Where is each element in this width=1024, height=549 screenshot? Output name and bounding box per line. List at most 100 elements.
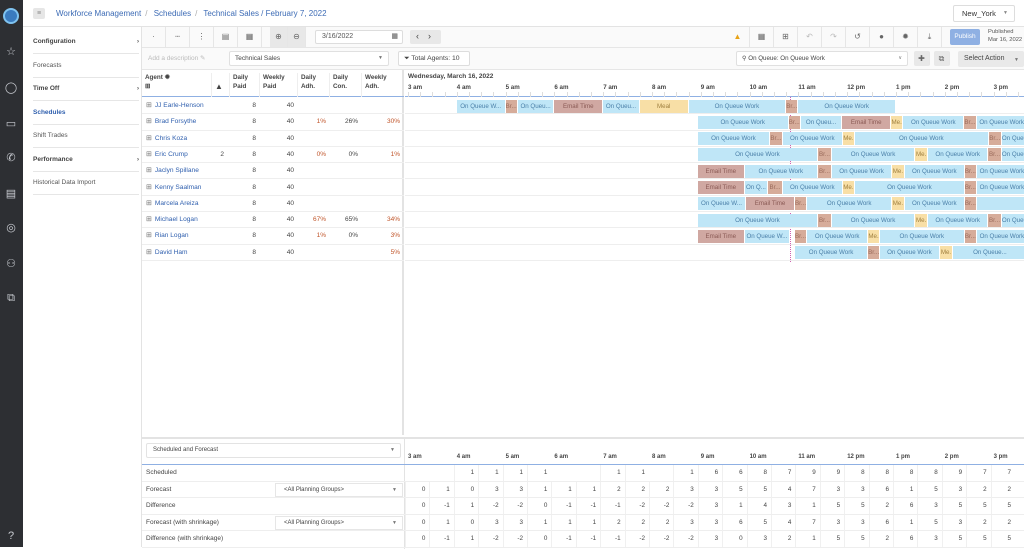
add-activity-icon[interactable]: ✚	[914, 51, 930, 66]
activity-block-oq[interactable]: On Queue Work	[794, 246, 868, 260]
star-icon[interactable]: ☆	[3, 44, 19, 60]
activity-block-me[interactable]: Me.	[891, 115, 903, 129]
activity-block-me[interactable]: Me.	[915, 213, 928, 227]
copy-icon[interactable]: ⧉	[934, 51, 950, 66]
activity-block-em[interactable]: Email Time	[697, 164, 744, 178]
activity-block-oq[interactable]: On Queue Work	[977, 164, 1024, 178]
prev-day-button[interactable]: ‹	[416, 31, 419, 41]
activity-block-oq[interactable]: On Queue Work	[744, 164, 817, 178]
activity-block-br[interactable]: Br...	[794, 197, 807, 211]
activity-block-br[interactable]: Br...	[964, 197, 976, 211]
user-activity-icon[interactable]: ⚇	[3, 256, 19, 272]
col-daily-paid[interactable]: Daily Paid	[230, 73, 260, 97]
col-weekly-paid[interactable]: Weekly Paid	[260, 73, 298, 97]
activity-block-oq[interactable]: On Q...	[744, 181, 768, 194]
activity-block-br[interactable]: Br...	[964, 115, 976, 129]
list-view-icon[interactable]: ▤	[214, 27, 238, 47]
activity-block-oq[interactable]: On Queue Work	[1001, 148, 1024, 162]
globe-icon[interactable]: ◎	[3, 220, 19, 236]
activity-block-br[interactable]: Br...	[817, 213, 832, 227]
activity-block-oq[interactable]: On Queue Work	[1001, 132, 1024, 146]
activity-block-oq[interactable]: On Queue W...	[697, 197, 746, 211]
breadcrumb-workforce-management[interactable]: Workforce Management	[56, 9, 141, 18]
chat-icon[interactable]: ◯	[3, 80, 19, 96]
activity-block-br[interactable]: Br...	[786, 99, 798, 113]
activity-block-me[interactable]: Me.	[868, 229, 879, 243]
activity-block-br[interactable]: Br...	[964, 164, 976, 178]
activity-block-oq[interactable]: On Queue Work	[879, 246, 939, 260]
expand-icon[interactable]: ⊞	[146, 151, 152, 158]
planning-group-select[interactable]: <All Planning Groups> ▼	[275, 515, 403, 530]
sidebar-item-schedules[interactable]: Schedules	[33, 101, 139, 125]
info-icon[interactable]: ●	[870, 27, 894, 47]
expand-all-icon[interactable]: ⊞	[145, 83, 150, 90]
agent-row[interactable]: ⊞ Rian Logan 8 40 1% 0% 3%	[142, 228, 404, 245]
calendar-add-icon[interactable]: ⊞	[774, 27, 798, 47]
activity-block-me[interactable]: Me.	[842, 132, 854, 146]
col-weekly-adh[interactable]: Weekly Adh.	[362, 73, 404, 97]
activity-block-oq[interactable]: On Queue Work	[798, 99, 895, 113]
agent-row[interactable]: ⊞ Eric Crump 2 8 40 0% 0% 1%	[142, 147, 404, 164]
publish-button[interactable]: Publish	[950, 29, 980, 45]
more-vertical-icon[interactable]: ⋮	[190, 27, 214, 47]
view-select[interactable]: Scheduled and Forecast ▼	[146, 443, 401, 458]
activity-block-em[interactable]: Email Time	[842, 115, 891, 129]
activity-block-oq[interactable]: On Queue Work	[807, 197, 892, 211]
col-daily-adh[interactable]: Daily Adh.	[298, 73, 330, 97]
activity-block-em[interactable]: Email Time	[697, 229, 744, 243]
activity-block-oq[interactable]: On Queue Work	[977, 181, 1024, 194]
sidebar-item-shift-trades[interactable]: Shift Trades	[33, 124, 139, 148]
activity-block-br[interactable]: Br...	[505, 99, 517, 113]
sidebar-item-time-off[interactable]: Time Off ›	[33, 77, 139, 101]
expand-icon[interactable]: ⊞	[146, 118, 152, 125]
expand-icon[interactable]: ⊞	[146, 167, 152, 174]
activity-block-oq[interactable]: On Queu...	[603, 99, 639, 113]
activity-block-oq[interactable]: On Queue Work	[904, 197, 964, 211]
sidebar-item-historical-data-import[interactable]: Historical Data Import	[33, 171, 139, 195]
activity-block-oq[interactable]: On Queue Work	[832, 148, 915, 162]
gear-icon[interactable]: ✹	[165, 74, 170, 81]
activity-block-oq[interactable]: On Queu...	[800, 115, 842, 129]
activity-block-me[interactable]: Me.	[842, 181, 854, 194]
activity-block-oq[interactable]: On Queu...	[517, 99, 554, 113]
activity-block-br[interactable]: Br...	[868, 246, 879, 260]
agent-name-link[interactable]: ⊞ David Ham	[146, 245, 188, 261]
date-input[interactable]: 3/16/2022 ▦	[315, 30, 403, 44]
activity-block-oq[interactable]: On Queue Work	[928, 213, 988, 227]
activity-block-oq[interactable]: On Queue Work	[697, 132, 770, 146]
sidebar-item-configuration[interactable]: Configuration ›	[33, 30, 139, 54]
activity-block-br[interactable]: Br...	[768, 181, 782, 194]
agent-name-link[interactable]: ⊞ Kenny Saalman	[146, 180, 201, 196]
expand-icon[interactable]: ⊞	[146, 249, 152, 256]
select-action-dropdown[interactable]: Select Action ▼	[958, 51, 1024, 67]
agent-row[interactable]: ⊞ Brad Forsythe 8 40 1% 26% 30%	[142, 114, 404, 131]
activity-block-me[interactable]: Me.	[892, 164, 904, 178]
activity-block-oq[interactable]: On Queue Work	[855, 132, 988, 146]
activity-block-oq[interactable]: On Queue Work	[928, 148, 988, 162]
menu-button[interactable]: ≡	[33, 8, 45, 19]
activity-block-oq[interactable]: On Queue Work	[688, 99, 786, 113]
agent-name-link[interactable]: ⊞ Eric Crump	[146, 147, 188, 163]
expand-icon[interactable]: ⊞	[146, 200, 152, 207]
undo-icon[interactable]: ↶	[798, 27, 822, 47]
gear-icon[interactable]: ✹	[894, 27, 918, 47]
timezone-select[interactable]: New_York ▼	[953, 5, 1015, 22]
agent-name-link[interactable]: ⊞ Chris Koza	[146, 131, 187, 147]
expand-icon[interactable]: ⊞	[146, 232, 152, 239]
activity-code-select[interactable]: ⚲ On Queue: On Queue Work ∨	[736, 51, 908, 66]
activity-block-oq[interactable]: On Queue...	[953, 246, 1024, 260]
activity-block-oq[interactable]: On Queue Work	[904, 164, 964, 178]
planning-group-select[interactable]: <All Planning Groups> ▼	[275, 482, 403, 497]
activity-block-oq[interactable]: On Queue Work	[697, 213, 817, 227]
activity-block-oq[interactable]: On Queue Work	[1001, 213, 1024, 227]
sidebar-item-performance[interactable]: Performance ›	[33, 148, 139, 172]
history-icon[interactable]: ↺	[846, 27, 870, 47]
activity-block-oq[interactable]: On Queue Work	[807, 229, 868, 243]
breadcrumb-schedules[interactable]: Schedules	[154, 9, 191, 18]
activity-block-br[interactable]: Br...	[770, 132, 782, 146]
activity-block-oq[interactable]: On Queue Work	[977, 229, 1024, 243]
activity-block-oq[interactable]: On Queue Work	[832, 164, 892, 178]
help-icon[interactable]: ?	[3, 528, 19, 544]
agent-row[interactable]: ⊞ Jaclyn Spillane 8 40	[142, 163, 404, 180]
agent-name-link[interactable]: ⊞ JJ Earle-Henson	[146, 98, 204, 114]
